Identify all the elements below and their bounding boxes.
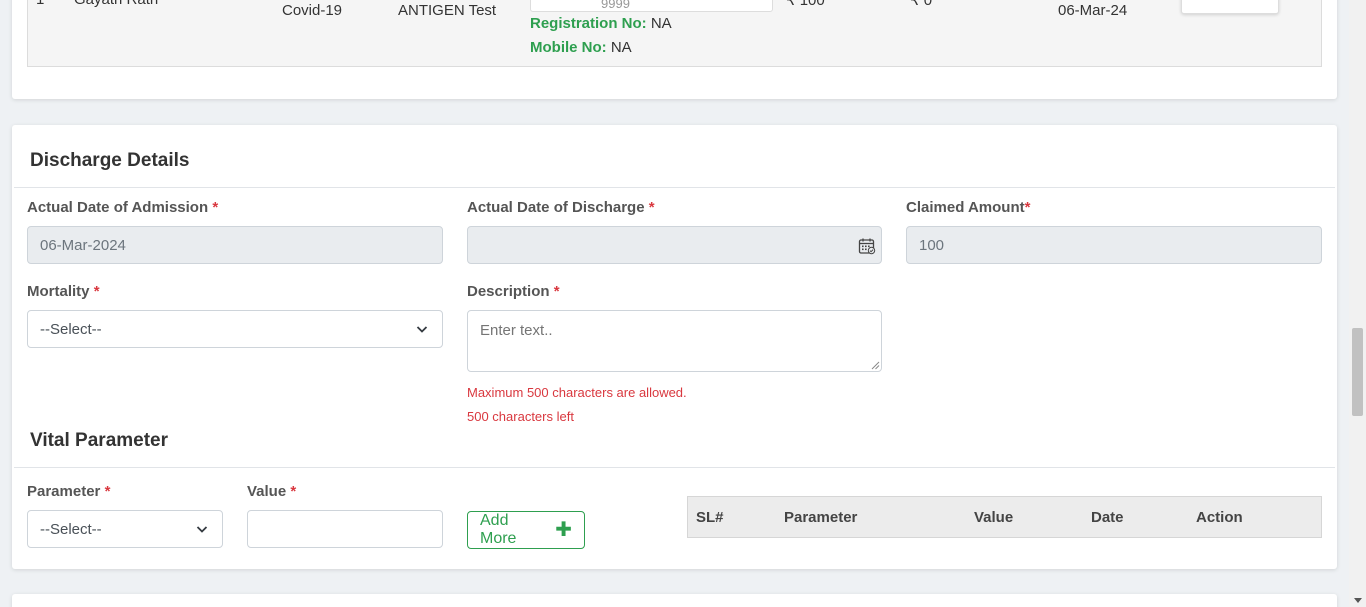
- claimed-label: Claimed Amount*: [906, 199, 1030, 216]
- scrollbar-thumb[interactable]: [1352, 328, 1363, 416]
- mobile-value: NA: [610, 39, 632, 56]
- divider: [14, 467, 1335, 468]
- admission-label: Actual Date of Admission *: [27, 199, 218, 216]
- chars-left-hint: 500 characters left: [467, 409, 574, 424]
- row-sl: 1: [36, 0, 44, 8]
- contact-snippet: 9999: [601, 0, 630, 11]
- value-input[interactable]: [247, 510, 443, 548]
- discharge-label: Actual Date of Discharge *: [467, 199, 655, 216]
- description-textarea[interactable]: Enter text..: [467, 310, 882, 372]
- th-action: Action: [1196, 509, 1243, 526]
- contact-box: 9999: [530, 0, 773, 12]
- value-label-text: Value: [247, 483, 287, 500]
- admission-date-input[interactable]: 06-Mar-2024: [27, 226, 443, 264]
- parameter-selected-value: --Select--: [40, 520, 102, 538]
- description-label: Description *: [467, 283, 560, 300]
- th-sl: SL#: [696, 509, 724, 526]
- discharge-label-text: Actual Date of Discharge: [467, 199, 645, 216]
- required-mark: *: [290, 483, 297, 500]
- mobile-label: Mobile No:: [530, 39, 607, 56]
- required-mark: *: [553, 283, 560, 300]
- admission-date-value: 06-Mar-2024: [40, 236, 126, 254]
- scroll-down-arrow-icon[interactable]: [1354, 598, 1362, 603]
- required-mark: *: [104, 483, 111, 500]
- parameter-label-text: Parameter: [27, 483, 101, 500]
- row-amount-input-value: 100: [1245, 0, 1268, 1]
- th-value: Value: [974, 509, 1014, 526]
- value-label: Value *: [247, 483, 296, 500]
- plus-icon: ✚: [555, 519, 572, 541]
- description-label-text: Description: [467, 283, 550, 300]
- required-mark: *: [648, 199, 655, 216]
- mortality-selected-value: --Select--: [40, 320, 102, 338]
- admission-label-text: Actual Date of Admission: [27, 199, 209, 216]
- mortality-label: Mortality *: [27, 283, 100, 300]
- th-parameter: Parameter: [784, 509, 858, 526]
- th-date: Date: [1091, 509, 1124, 526]
- patient-table-card: 1 Gayatri Rath Covid-19 ANTIGEN Test 999…: [12, 0, 1337, 99]
- mortality-select[interactable]: --Select--: [27, 310, 443, 348]
- chevron-down-icon: [416, 326, 428, 333]
- discharge-title: Discharge Details: [30, 150, 190, 171]
- row-amount1: ₹ 100: [786, 0, 825, 9]
- calendar-icon[interactable]: [858, 237, 876, 255]
- discharge-card: Discharge Details Actual Date of Admissi…: [12, 125, 1337, 569]
- parameter-label: Parameter *: [27, 483, 110, 500]
- row-amount-input[interactable]: 100: [1181, 0, 1279, 14]
- table-row: 1 Gayatri Rath Covid-19 ANTIGEN Test 999…: [27, 0, 1322, 67]
- required-mark: *: [212, 199, 219, 216]
- claimed-label-text: Claimed Amount: [906, 199, 1025, 216]
- row-amount2: ₹ 0: [910, 0, 933, 9]
- description-placeholder: Enter text..: [480, 322, 553, 339]
- registration-value: NA: [650, 15, 672, 32]
- required-mark: *: [93, 283, 100, 300]
- discharge-date-input[interactable]: [467, 226, 882, 264]
- next-section-card: [12, 594, 1337, 607]
- chevron-down-icon: [196, 526, 208, 533]
- parameter-select[interactable]: --Select--: [27, 510, 223, 548]
- max-chars-hint: Maximum 500 characters are allowed.: [467, 385, 687, 400]
- resize-grip-icon[interactable]: [871, 361, 880, 370]
- required-mark: *: [1024, 199, 1031, 216]
- registration-label: Registration No:: [530, 15, 647, 32]
- row-disease: Covid-19: [282, 2, 343, 19]
- vital-title: Vital Parameter: [30, 430, 169, 451]
- claimed-amount-input[interactable]: 100: [906, 226, 1322, 264]
- row-test: ANTIGEN Test: [398, 2, 497, 19]
- add-more-label: Add More: [480, 512, 517, 547]
- add-more-button[interactable]: Add More ✚: [467, 511, 585, 549]
- vital-parameter-table-header: SL# Parameter Value Date Action: [687, 496, 1322, 538]
- row-patient-name: Gayatri Rath: [74, 0, 158, 8]
- mortality-label-text: Mortality: [27, 283, 90, 300]
- registration-line: Registration No: NA: [530, 15, 672, 32]
- mobile-line: Mobile No: NA: [530, 39, 632, 56]
- row-date: 06-Mar-24: [1058, 2, 1128, 19]
- page-scrollbar[interactable]: [1349, 0, 1366, 607]
- divider: [14, 187, 1335, 188]
- claimed-amount-value: 100: [919, 236, 945, 254]
